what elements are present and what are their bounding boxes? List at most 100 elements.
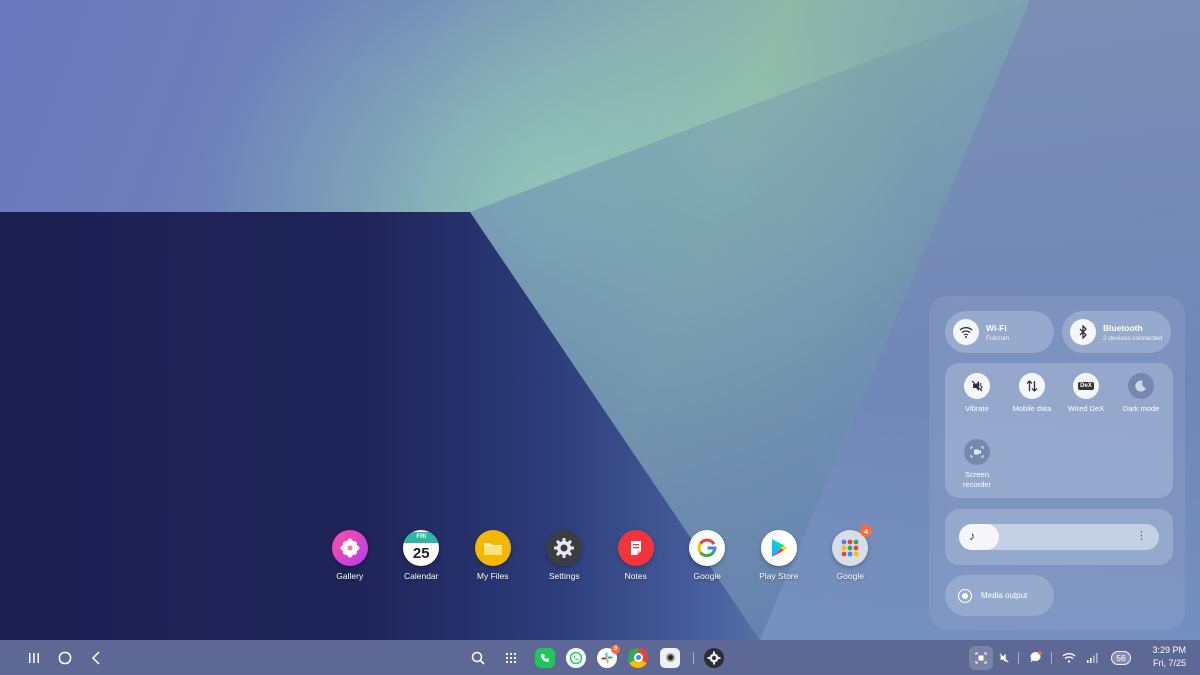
whatsapp-icon (566, 647, 586, 668)
app-label: Google (836, 571, 864, 581)
clock-date: Fri, 7/25 (1152, 658, 1186, 668)
signal-status[interactable] (1084, 640, 1100, 675)
notification-badge: 3 (611, 644, 620, 654)
app-gallery[interactable]: Gallery (314, 530, 386, 581)
settings-icon (704, 647, 724, 668)
mobile-data-icon (1019, 373, 1045, 399)
home-icon (58, 651, 72, 664)
calendar-day-number: 25 (412, 544, 430, 562)
recents-icon (29, 652, 39, 663)
screenshot-button[interactable] (968, 640, 994, 675)
calendar-day-name: FRI (403, 531, 440, 543)
wifi-label: Wi-Fi (986, 322, 1007, 333)
recents-button[interactable] (24, 640, 44, 675)
app-label: Play Store (759, 571, 799, 581)
app-label: Calendar (404, 571, 439, 581)
camera-icon (660, 647, 680, 668)
app-calendar[interactable]: FRI 25 Calendar (386, 530, 458, 581)
wifi-status-icon (1062, 653, 1076, 663)
music-note-icon: ♪ (969, 529, 975, 543)
gallery-icon (331, 530, 368, 566)
taskbar-slack[interactable]: 3 (597, 640, 620, 675)
tile-label: Dark mode (1122, 404, 1160, 413)
app-label: My Files (476, 571, 509, 581)
volume-slider-fill (959, 524, 999, 550)
dex-icon: DeX (1073, 373, 1099, 399)
app-notes[interactable]: Notes (600, 530, 672, 581)
screen-recorder-icon (964, 439, 990, 465)
google-folder-icon: 4 (832, 525, 873, 566)
clock[interactable]: 3:29 PM Fri, 7/25 (1152, 644, 1186, 670)
tray-divider (1051, 652, 1052, 664)
media-output-label: Media output (981, 591, 1028, 600)
wifi-icon (953, 319, 979, 345)
taskbar-whatsapp[interactable] (566, 640, 586, 675)
tile-wired-dex[interactable]: DeX Wired DeX (1059, 373, 1113, 414)
apps-grid-button[interactable] (501, 640, 521, 675)
moon-icon (1128, 373, 1154, 399)
media-output-icon (957, 588, 973, 603)
wifi-status[interactable] (1060, 640, 1078, 675)
notification-button[interactable] (1026, 640, 1044, 675)
tile-dark-mode[interactable]: Dark mode (1114, 373, 1168, 414)
app-label: Google (693, 571, 721, 581)
bluetooth-icon (1070, 319, 1096, 345)
taskbar-settings[interactable] (704, 640, 724, 675)
google-icon (689, 530, 726, 566)
taskbar: 3 56 3:29 PM Fri, 7/25 (0, 640, 1200, 675)
tile-mobile-data[interactable]: Mobile data (1005, 373, 1059, 414)
mute-status[interactable] (996, 640, 1012, 675)
taskbar-divider (693, 652, 694, 664)
app-dock: Gallery FRI 25 Calendar My Files Setting… (314, 525, 887, 581)
search-icon (471, 651, 485, 665)
back-icon (91, 650, 100, 665)
notification-badge: 4 (860, 525, 873, 537)
bluetooth-label: Bluetooth (1103, 322, 1143, 333)
notes-icon (617, 530, 654, 566)
tile-vibrate[interactable]: Vibrate (950, 373, 1004, 414)
gear-icon (546, 530, 583, 566)
tile-label: Mobile data (1012, 404, 1052, 413)
app-my-files[interactable]: My Files (457, 530, 529, 581)
bluetooth-toggle[interactable]: Bluetooth 2 devices connected (1062, 311, 1171, 353)
dex-glyph: DeX (1078, 382, 1094, 390)
home-button[interactable] (55, 640, 75, 675)
tile-screen-recorder[interactable]: Screen recorder (950, 439, 1004, 490)
app-label: Settings (548, 571, 580, 581)
tile-label: Wired DeX (1067, 404, 1105, 413)
media-output-button[interactable]: Media output (945, 575, 1054, 616)
tray-divider (1018, 652, 1019, 664)
quick-settings-panel: Wi-Fi Fulcrum Bluetooth 2 devices connec… (929, 296, 1185, 630)
app-label: Gallery (336, 571, 364, 581)
play-store-icon (760, 530, 797, 566)
apps-grid-icon (505, 652, 517, 663)
taskbar-phone[interactable] (535, 640, 555, 675)
phone-icon (535, 647, 555, 668)
app-settings[interactable]: Settings (529, 530, 601, 581)
app-google[interactable]: Google (672, 530, 744, 581)
battery-status[interactable]: 56 (1108, 640, 1134, 675)
back-button[interactable] (86, 640, 106, 675)
quick-tiles-grid: Vibrate Mobile data DeX Wired DeX Dark m… (945, 363, 1173, 498)
app-google-folder[interactable]: 4 Google (815, 525, 887, 581)
signal-icon (1087, 652, 1098, 663)
screenshot-icon (969, 645, 993, 670)
more-vert-icon[interactable]: ⋮ (1136, 529, 1147, 542)
taskbar-chrome[interactable] (628, 640, 648, 675)
wifi-network: Fulcrum (986, 334, 1010, 342)
tile-label: Vibrate (965, 404, 989, 413)
chat-bubble-icon (1029, 651, 1042, 663)
vibrate-icon (964, 373, 990, 399)
app-label: Notes (624, 571, 647, 581)
volume-card: ♪ ⋮ (945, 509, 1173, 565)
app-play-store[interactable]: Play Store (743, 530, 815, 581)
wifi-toggle[interactable]: Wi-Fi Fulcrum (945, 311, 1054, 353)
bluetooth-status: 2 devices connected (1103, 334, 1163, 342)
volume-slider[interactable]: ♪ ⋮ (959, 524, 1159, 550)
slack-icon: 3 (597, 644, 620, 668)
vibrate-status-icon (999, 652, 1009, 663)
tile-label: Screen recorder (963, 470, 991, 489)
search-button[interactable] (468, 640, 488, 675)
battery-icon: 56 (1111, 650, 1131, 665)
taskbar-camera[interactable] (660, 640, 680, 675)
